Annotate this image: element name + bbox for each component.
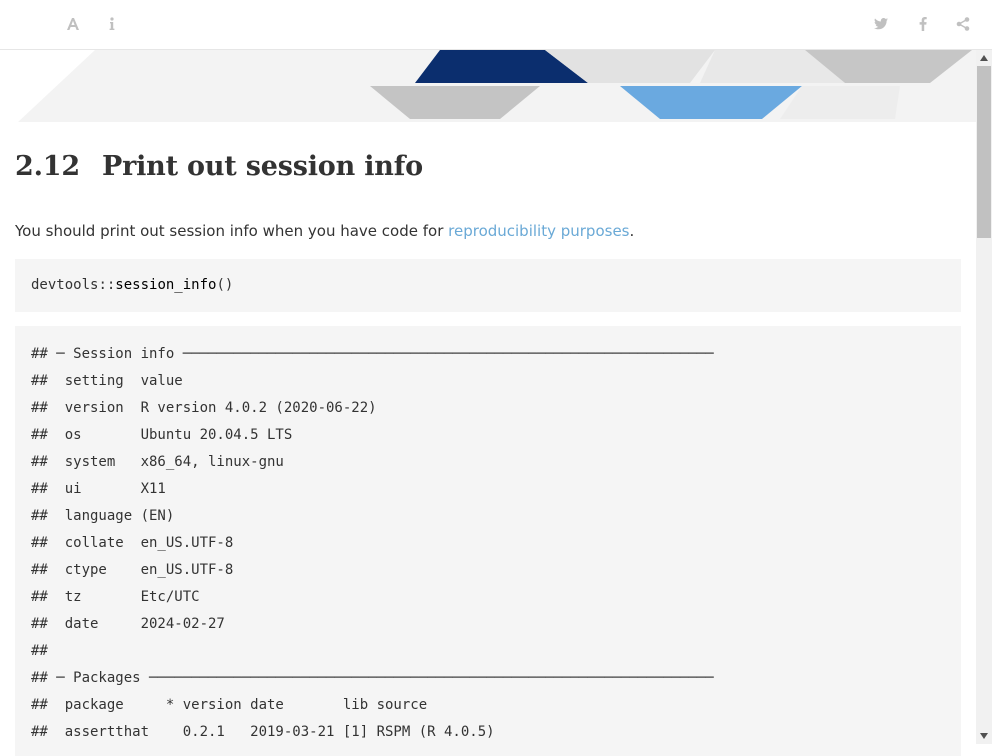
code-args: () xyxy=(216,277,234,293)
section-title: Print out session info xyxy=(101,151,423,182)
output-line: ## ─ Packages ──────────────────────────… xyxy=(31,670,714,686)
font-settings-icon[interactable] xyxy=(63,14,83,34)
paragraph-end: . xyxy=(629,222,635,240)
code-operator: :: xyxy=(98,277,116,293)
vertical-scrollbar[interactable] xyxy=(976,50,992,744)
output-line: ## ctype en_US.UTF-8 xyxy=(31,562,234,578)
session-info-output: ## ─ Session info ──────────────────────… xyxy=(31,341,714,746)
output-line: ## version R version 4.0.2 (2020-06-22) xyxy=(31,400,377,416)
toolbar xyxy=(0,0,992,50)
info-icon[interactable] xyxy=(102,14,122,34)
output-line: ## xyxy=(31,643,48,659)
facebook-icon[interactable] xyxy=(913,14,933,34)
output-line: ## ui X11 xyxy=(31,481,166,497)
share-icon[interactable] xyxy=(953,14,973,34)
output-block: ## ─ Session info ──────────────────────… xyxy=(15,326,961,756)
code-namespace: devtools xyxy=(31,277,99,293)
code-block: devtools::session_info() xyxy=(15,259,961,312)
paragraph-text: You should print out session info when y… xyxy=(15,222,449,240)
output-line: ## os Ubuntu 20.04.5 LTS xyxy=(31,427,293,443)
output-line: ## tz Etc/UTC xyxy=(31,589,200,605)
output-line: ## system x86_64, linux-gnu xyxy=(31,454,284,470)
banner-image xyxy=(0,50,976,122)
reproducibility-link[interactable]: reproducibility purposes xyxy=(448,222,629,240)
code-function: session_info xyxy=(115,277,217,293)
intro-paragraph: You should print out session info when y… xyxy=(15,220,634,242)
output-line: ## assertthat 0.2.1 2019-03-21 [1] RSPM … xyxy=(31,724,495,740)
output-line: ## package * version date lib source xyxy=(31,697,428,713)
output-line: ## setting value xyxy=(31,373,183,389)
output-line: ## language (EN) xyxy=(31,508,175,524)
scroll-up-arrow-icon[interactable] xyxy=(976,50,992,66)
output-line: ## date 2024-02-27 xyxy=(31,616,225,632)
twitter-icon[interactable] xyxy=(871,14,891,34)
code-line: devtools::session_info() xyxy=(31,277,233,293)
scroll-down-arrow-icon[interactable] xyxy=(976,728,992,744)
output-line: ## collate en_US.UTF-8 xyxy=(31,535,234,551)
scrollbar-thumb[interactable] xyxy=(977,66,991,238)
section-heading: 2.12 Print out session info xyxy=(15,150,423,184)
output-line: ## ─ Session info ──────────────────────… xyxy=(31,346,714,362)
section-number: 2.12 xyxy=(15,151,80,182)
